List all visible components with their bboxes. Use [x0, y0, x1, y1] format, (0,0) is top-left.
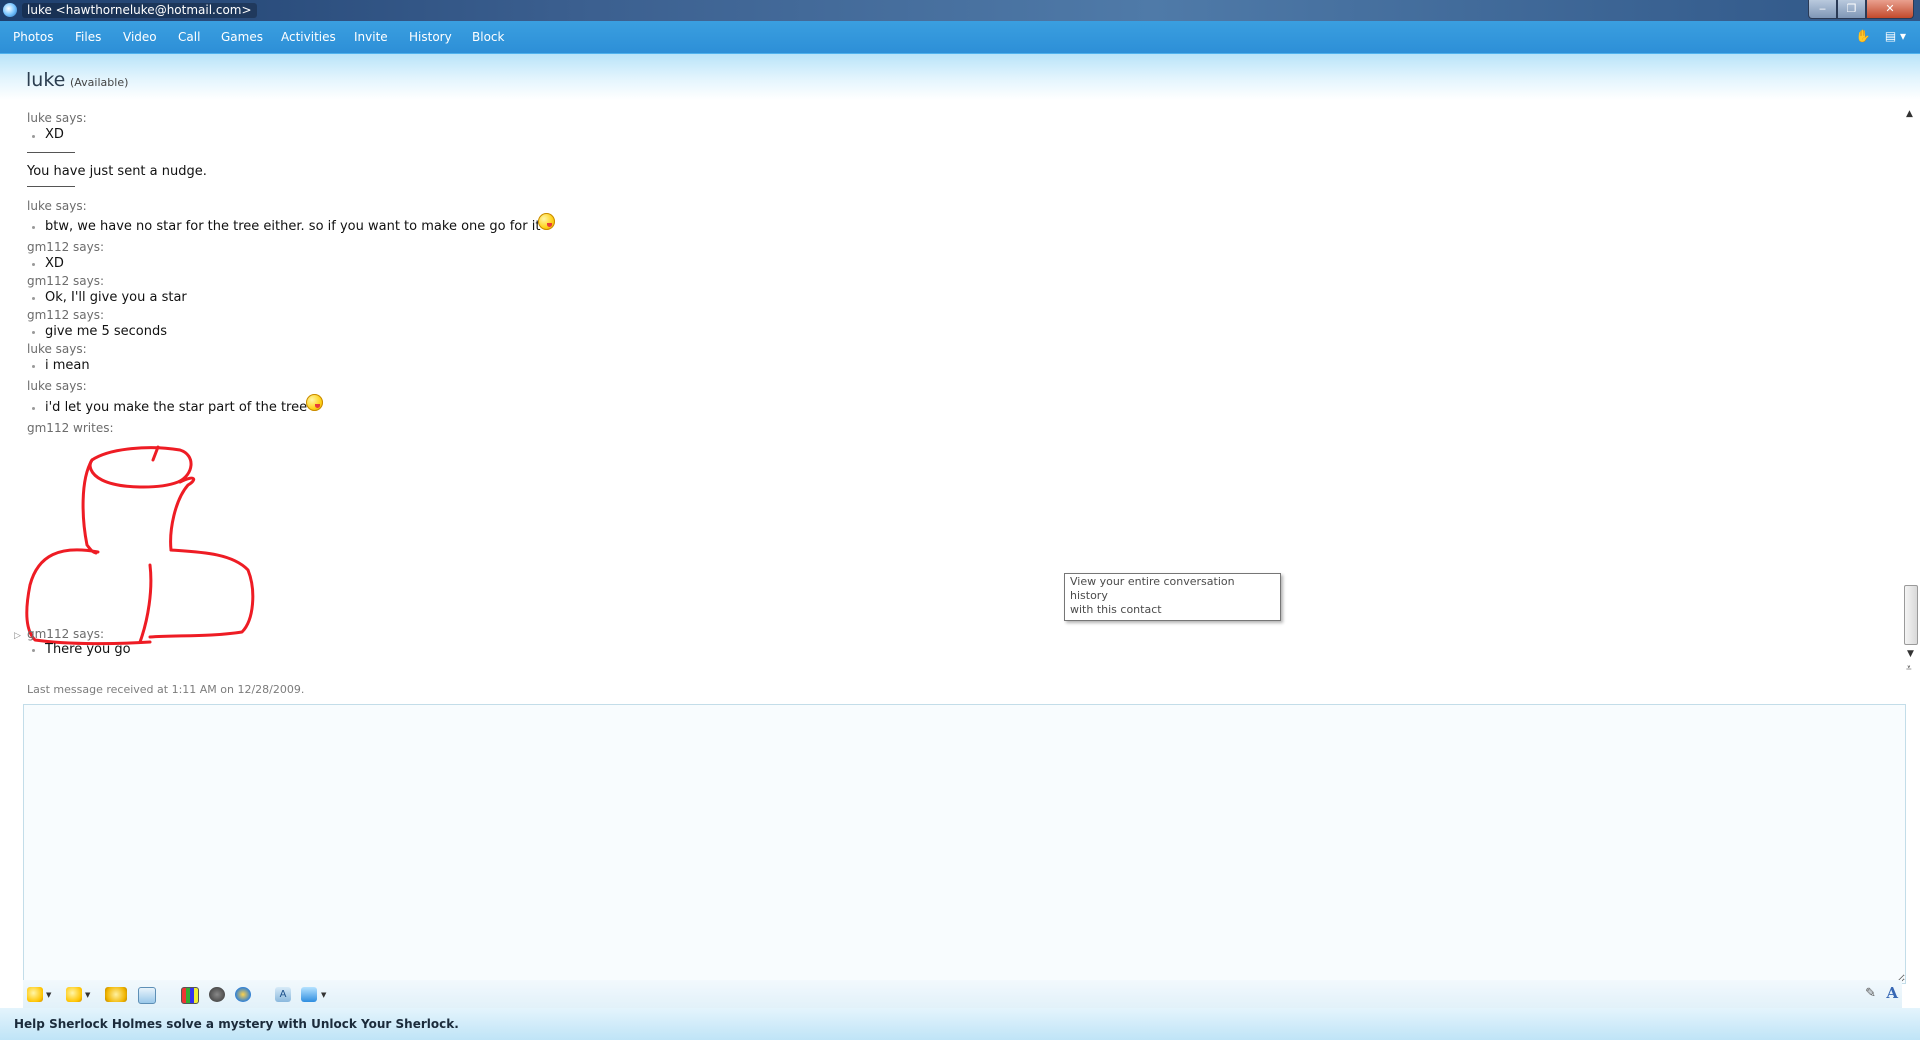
text-format-icon[interactable]: A	[1886, 984, 1898, 1002]
emoticon-dropdown-icon[interactable]: ▼	[46, 991, 51, 999]
scroll-up-arrow-icon[interactable]: ▲	[1906, 109, 1913, 119]
history-tooltip: View your entire conversation history wi…	[1064, 573, 1281, 621]
menu-call[interactable]: Call	[178, 30, 200, 44]
contact-header: luke (Available)	[0, 54, 1920, 100]
handwriting-drawing	[25, 445, 255, 646]
message-bullet	[32, 649, 35, 652]
message-text: There you go	[45, 642, 131, 657]
ad-footer: Help Sherlock Holmes solve a mystery wit…	[0, 1008, 1920, 1040]
menu-right-icons: ✋ ▤ ▾	[1856, 29, 1906, 43]
ink-stroke	[138, 563, 153, 644]
nudge-icon[interactable]	[105, 987, 127, 1002]
ink-stroke	[169, 476, 196, 552]
ink-stroke	[148, 548, 255, 639]
conversation-history[interactable]: luke says: XD You have just sent a nudge…	[0, 100, 1902, 700]
tooltip-line: with this contact	[1070, 603, 1162, 616]
menu-games[interactable]: Games	[221, 30, 263, 44]
voice-clip-icon[interactable]	[138, 987, 156, 1004]
background-icon[interactable]	[181, 987, 199, 1004]
menu-photos[interactable]: Photos	[13, 30, 53, 44]
options-menu-icon[interactable]: ▤ ▾	[1885, 29, 1906, 43]
last-received-status: Last message received at 1:11 AM on 12/2…	[27, 683, 305, 696]
picture-dropdown-icon[interactable]: ▼	[321, 991, 326, 999]
contact-status: (Available)	[70, 76, 129, 89]
minimize-button[interactable]: ‒	[1808, 0, 1837, 19]
activities-icon[interactable]	[235, 987, 251, 1002]
conversation-scrollbar[interactable]: ▲ ▼ ⩡	[1902, 100, 1920, 680]
messenger-app-icon[interactable]	[3, 3, 17, 17]
handwriting-icon[interactable]: ✎	[1865, 986, 1876, 1001]
menu-video[interactable]: Video	[123, 30, 157, 44]
contact-name: luke	[26, 69, 66, 91]
scroll-to-end-icon[interactable]: ⩡	[1906, 663, 1912, 674]
menu-history[interactable]: History	[409, 30, 452, 44]
scroll-down-arrow-icon[interactable]: ▼	[1907, 649, 1914, 659]
wink-icon[interactable]	[66, 987, 82, 1002]
tooltip-line: View your entire conversation history	[1070, 575, 1235, 602]
menu-invite[interactable]: Invite	[354, 30, 388, 44]
menu-block[interactable]: Block	[472, 30, 504, 44]
emoticon-icon[interactable]	[27, 987, 43, 1002]
maximize-button[interactable]: ❐	[1837, 0, 1866, 19]
ink-stroke	[88, 446, 193, 489]
menu-bar: Photos Files Video Call Games Activities…	[0, 21, 1920, 54]
footer-ad-link[interactable]: Help Sherlock Holmes solve a mystery wit…	[14, 1017, 459, 1031]
message-input[interactable]	[23, 704, 1906, 984]
close-button[interactable]: ✕	[1866, 0, 1914, 19]
menu-activities[interactable]: Activities	[281, 30, 336, 44]
winks-icon[interactable]: ✋	[1856, 29, 1871, 43]
expand-arrow-icon[interactable]: ▷	[14, 631, 21, 641]
font-icon[interactable]: A	[275, 987, 291, 1002]
sender-line: gm112 says:	[27, 627, 105, 641]
tongue-out-emoticon-icon	[538, 213, 555, 230]
games-icon[interactable]	[209, 987, 225, 1002]
compose-toolbar: ▼ ▼ A ▼ ✎ A	[23, 980, 1902, 1008]
picture-icon[interactable]	[301, 987, 317, 1002]
window-title: luke <hawthorneluke@hotmail.com>	[22, 3, 257, 18]
wink-dropdown-icon[interactable]: ▼	[85, 991, 90, 999]
menu-files[interactable]: Files	[75, 30, 101, 44]
scroll-thumb[interactable]	[1904, 585, 1918, 645]
title-bar: luke <hawthorneluke@hotmail.com> ‒ ❐ ✕	[0, 0, 1920, 21]
window-controls: ‒ ❐ ✕	[1808, 0, 1914, 19]
